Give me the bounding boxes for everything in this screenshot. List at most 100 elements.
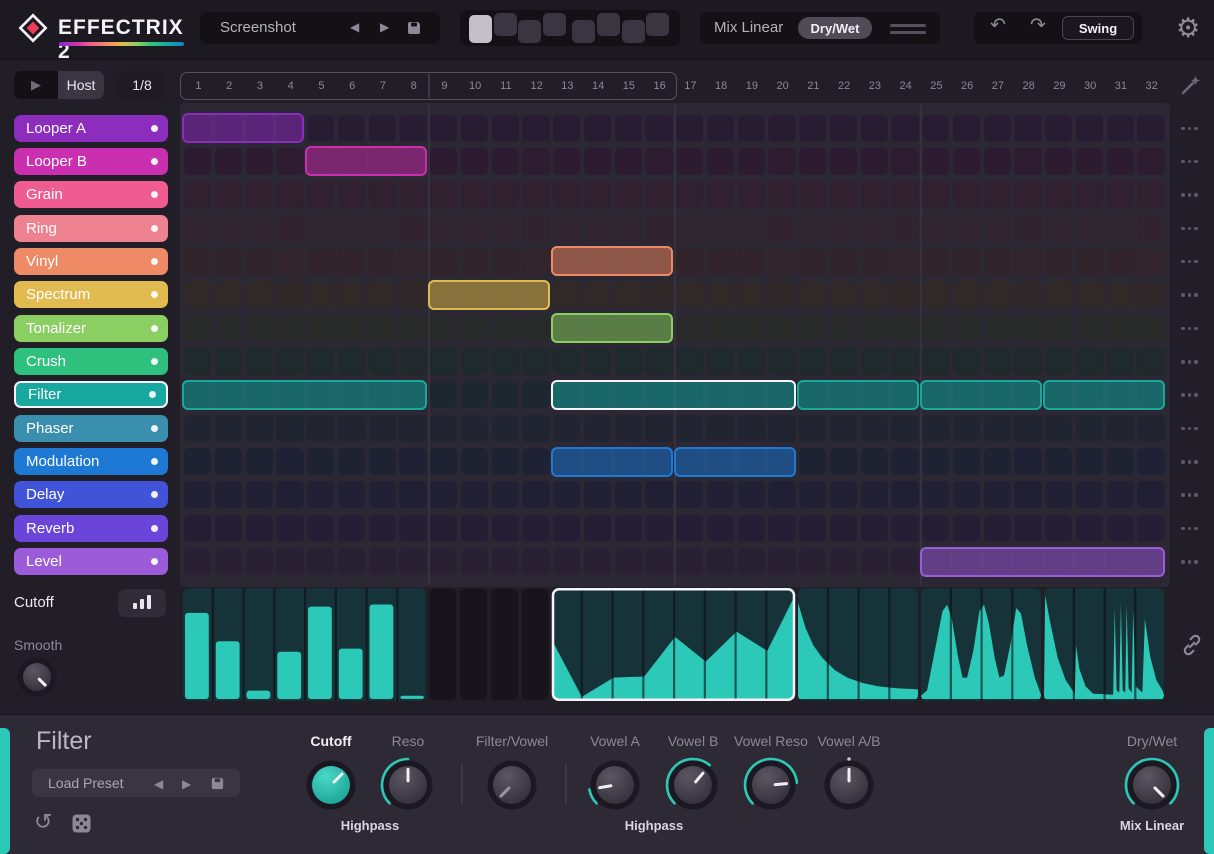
grid-cell[interactable]	[460, 381, 489, 409]
track-button-grain[interactable]: Grain	[14, 181, 168, 209]
grid-cell[interactable]	[399, 114, 427, 142]
grid-cell[interactable]	[399, 281, 427, 309]
grid-cell[interactable]	[737, 414, 765, 442]
grid-cell[interactable]	[614, 481, 642, 509]
track-enable-dot[interactable]	[151, 458, 158, 466]
grid-cell[interactable]	[829, 548, 858, 576]
grid-cell[interactable]	[430, 247, 458, 275]
grid-cell[interactable]	[184, 414, 212, 442]
grid-cell[interactable]	[368, 214, 396, 242]
grid-cell[interactable]	[184, 247, 212, 275]
grid-cell[interactable]	[645, 114, 673, 142]
grid-cell[interactable]	[952, 481, 981, 509]
grid-cell[interactable]	[1106, 314, 1134, 342]
grid-cell[interactable]	[706, 281, 735, 309]
grid-cell[interactable]	[184, 481, 212, 509]
grid-cell[interactable]	[706, 514, 735, 542]
pattern-key-4[interactable]	[542, 13, 566, 36]
grid-cell[interactable]	[737, 348, 765, 375]
settings-gear-icon[interactable]: ⚙	[1176, 13, 1200, 44]
redo-icon[interactable]: ↷	[1030, 14, 1046, 37]
grid-cell[interactable]	[1075, 247, 1104, 275]
grid-cell[interactable]	[1014, 147, 1042, 175]
selected-effect-block-filter[interactable]	[551, 379, 796, 410]
grid-cell[interactable]	[829, 181, 858, 209]
effect-block-filter[interactable]	[182, 379, 427, 410]
grid-cell[interactable]	[307, 448, 335, 476]
grid-cell[interactable]	[768, 314, 796, 342]
grid-cell[interactable]	[829, 314, 858, 342]
column-number-29[interactable]: 29	[1044, 74, 1075, 98]
grid-cell[interactable]	[1045, 514, 1073, 542]
grid-cell[interactable]	[706, 314, 735, 342]
grid-cell[interactable]	[860, 548, 888, 576]
grid-cell[interactable]	[952, 314, 981, 342]
grid-cell[interactable]	[583, 214, 612, 242]
grid-cell[interactable]	[460, 114, 489, 142]
track-enable-dot[interactable]	[151, 224, 158, 232]
grid-cell[interactable]	[184, 348, 212, 375]
grid-cell[interactable]	[1106, 481, 1134, 509]
grid-cell[interactable]	[430, 114, 458, 142]
grid-cell[interactable]	[276, 281, 304, 309]
grid-cell[interactable]	[583, 348, 612, 375]
grid-cell[interactable]	[799, 147, 827, 175]
preset-save-icon[interactable]	[406, 20, 422, 36]
grid-cell[interactable]	[706, 481, 735, 509]
track-enable-dot[interactable]	[151, 491, 158, 499]
grid-cell[interactable]	[706, 247, 735, 275]
grid-cell[interactable]	[368, 448, 396, 476]
grid-cell[interactable]	[1045, 214, 1073, 242]
grid-cell[interactable]	[922, 448, 950, 476]
grid-cell[interactable]	[245, 348, 273, 375]
row-menu-ellipsis[interactable]	[1181, 193, 1203, 199]
grid-cell[interactable]	[491, 481, 519, 509]
grid-cell[interactable]	[491, 247, 519, 275]
grid-cell[interactable]	[891, 481, 919, 509]
rate-button[interactable]: 1/8	[118, 71, 166, 99]
grid-cell[interactable]	[553, 114, 581, 142]
grid-cell[interactable]	[184, 181, 212, 209]
grid-cell[interactable]	[614, 348, 642, 375]
grid-cell[interactable]	[276, 481, 304, 509]
column-number-6[interactable]: 6	[337, 74, 368, 98]
grid-cell[interactable]	[553, 548, 581, 576]
grid-cell[interactable]	[522, 247, 550, 275]
reso-knob[interactable]	[379, 756, 437, 814]
column-number-27[interactable]: 27	[983, 74, 1014, 98]
grid-cell[interactable]	[1014, 414, 1042, 442]
column-number-3[interactable]: 3	[245, 74, 276, 98]
grid-cell[interactable]	[952, 281, 981, 309]
grid-cell[interactable]	[522, 214, 550, 242]
row-menu-ellipsis[interactable]	[1181, 259, 1203, 266]
grid-cell[interactable]	[583, 281, 612, 309]
grid-cell[interactable]	[952, 114, 981, 142]
track-enable-dot[interactable]	[151, 257, 158, 265]
grid-cell[interactable]	[645, 147, 673, 175]
grid-cell[interactable]	[1106, 114, 1134, 142]
track-enable-dot[interactable]	[151, 157, 158, 165]
column-number-1[interactable]: 1	[183, 74, 214, 98]
grid-cell[interactable]	[583, 548, 612, 576]
grid-cell[interactable]	[307, 481, 335, 509]
grid-cell[interactable]	[368, 281, 396, 309]
grid-cell[interactable]	[553, 514, 581, 542]
grid-cell[interactable]	[768, 114, 796, 142]
grid-cell[interactable]	[768, 514, 796, 542]
grid-cell[interactable]	[768, 481, 796, 509]
row-menu-ellipsis[interactable]	[1181, 460, 1203, 466]
grid-cell[interactable]	[1137, 481, 1165, 509]
grid-cell[interactable]	[676, 348, 704, 375]
grid-cell[interactable]	[860, 514, 888, 542]
grid-cell[interactable]	[184, 514, 212, 542]
filter-vowel-knob[interactable]	[483, 756, 541, 814]
grid-cell[interactable]	[583, 414, 612, 442]
grid-cell[interactable]	[799, 548, 827, 576]
grid-cell[interactable]	[276, 147, 304, 175]
grid-cell[interactable]	[553, 481, 581, 509]
grid-cell[interactable]	[891, 181, 919, 209]
grid-cell[interactable]	[799, 181, 827, 209]
grid-cell[interactable]	[184, 448, 212, 476]
grid-cell[interactable]	[214, 348, 243, 375]
grid-cell[interactable]	[1045, 314, 1073, 342]
